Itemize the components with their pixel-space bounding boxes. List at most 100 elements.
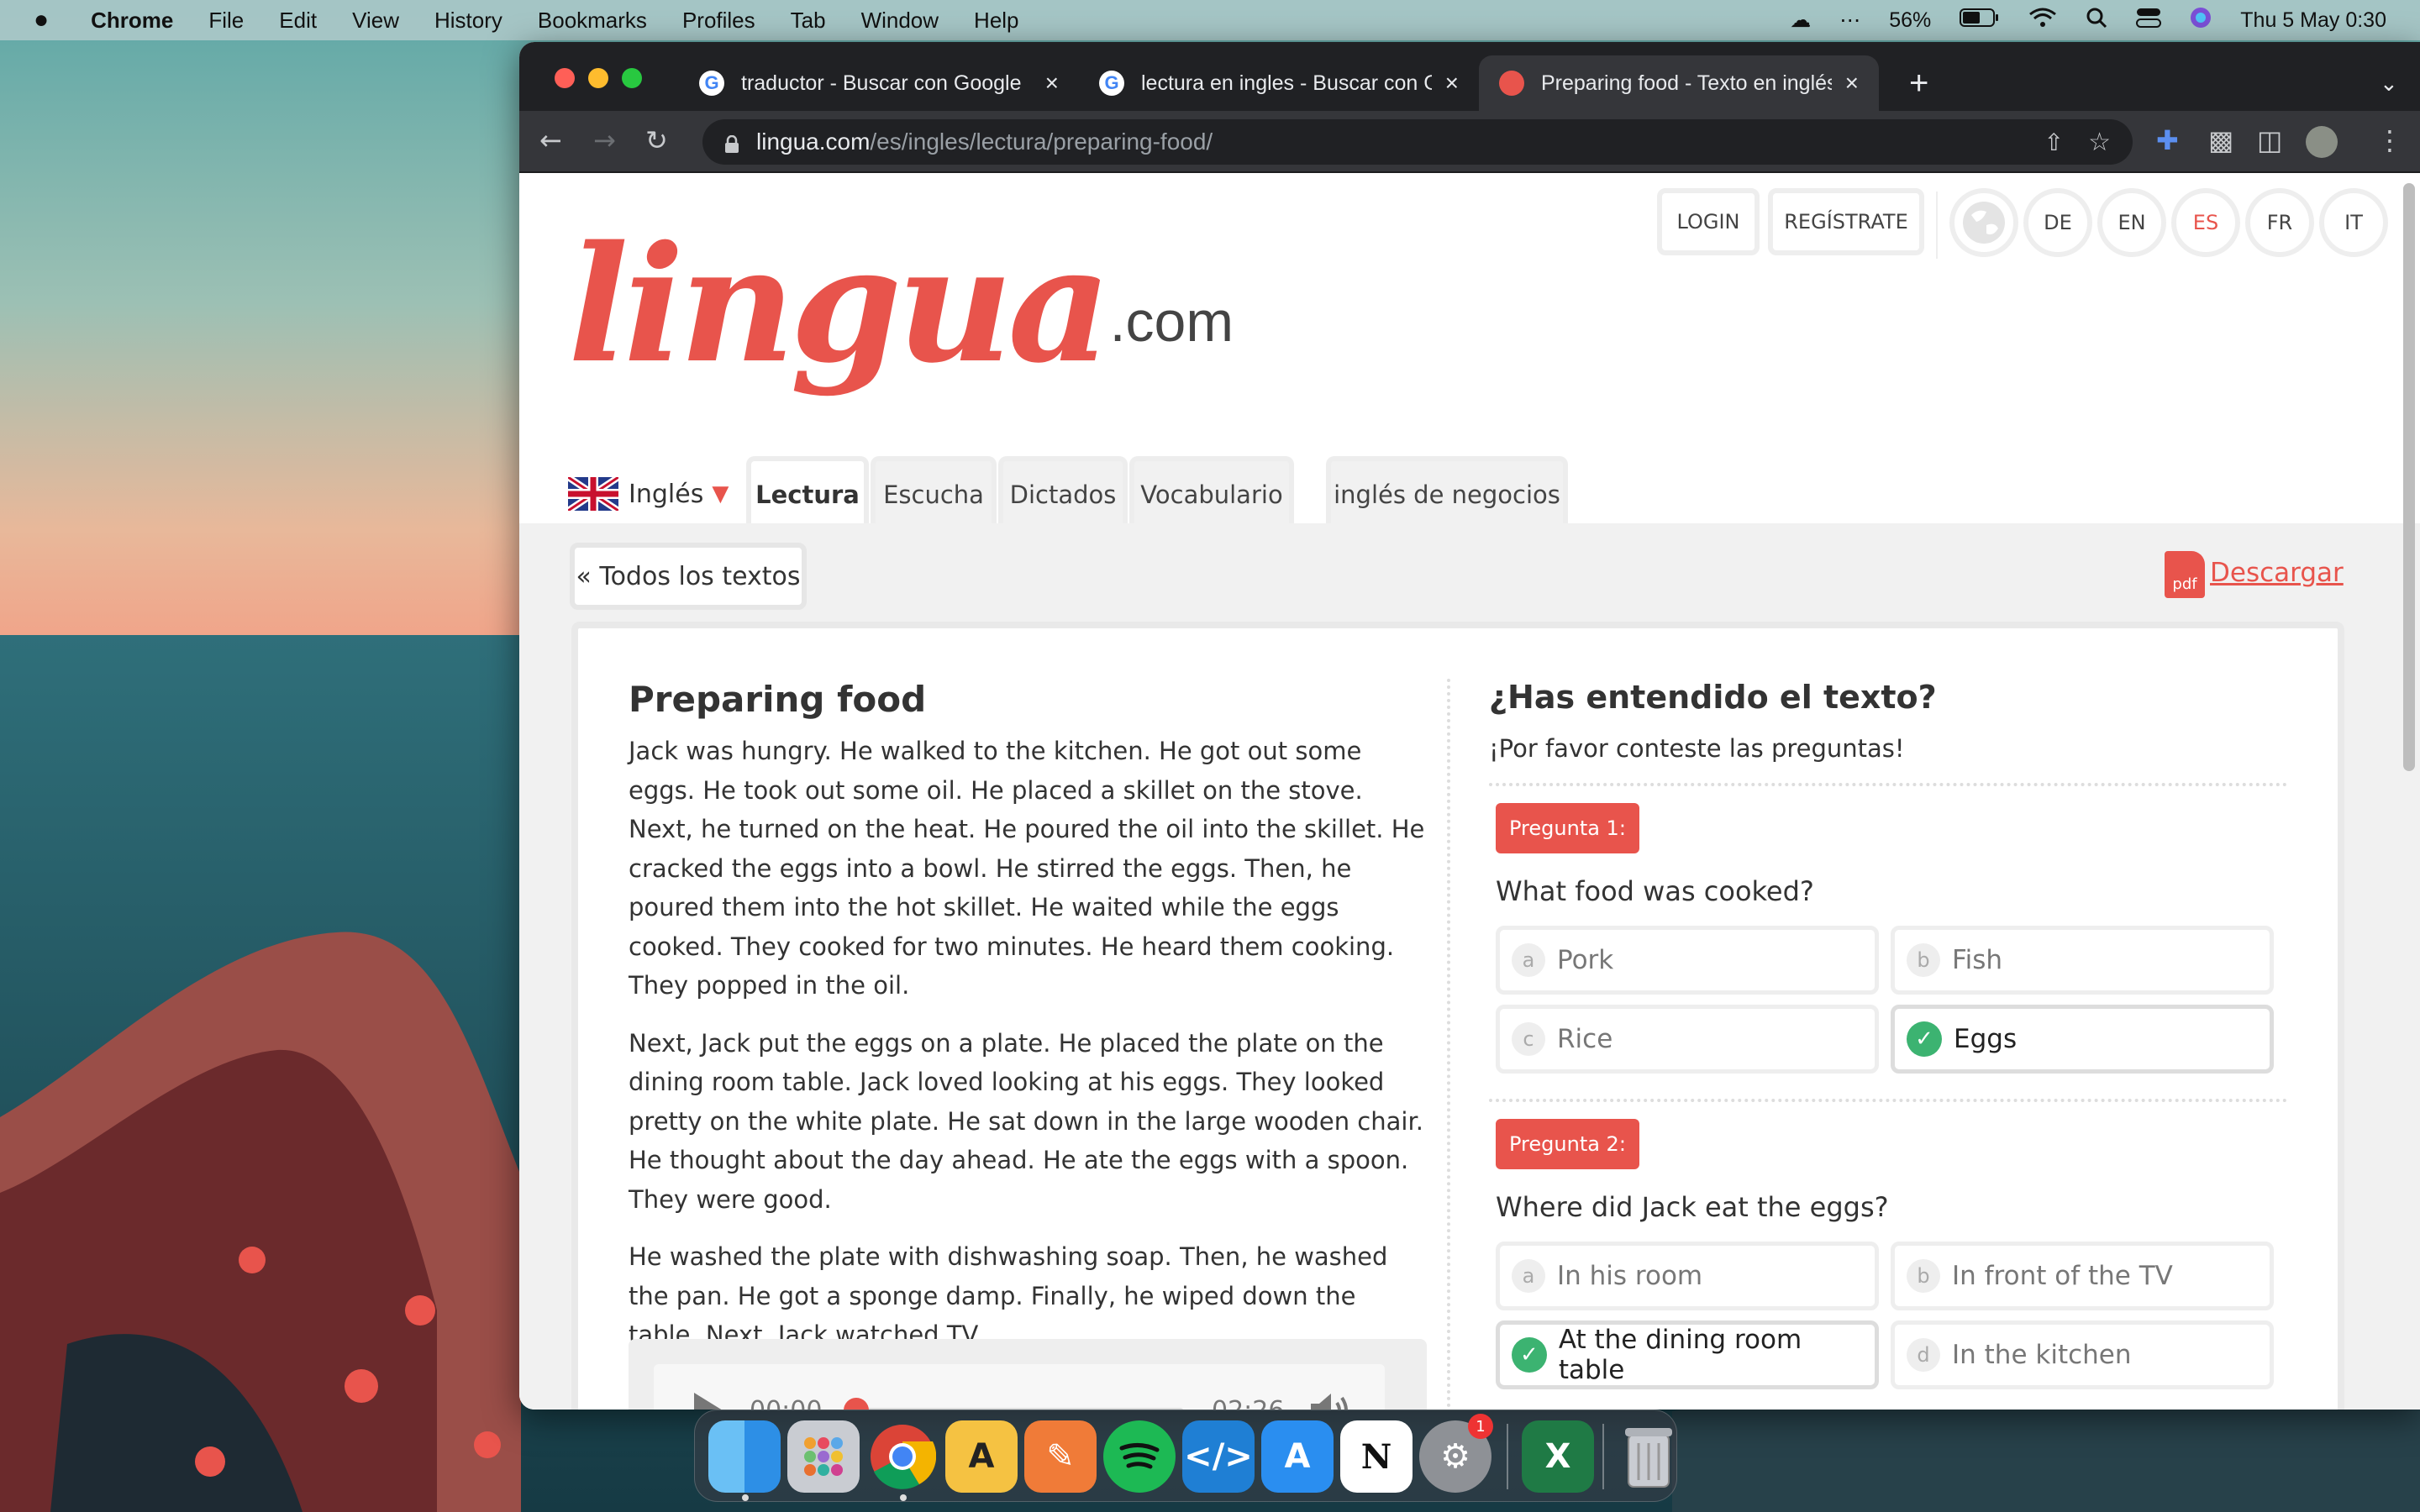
bookmark-star-icon[interactable]: ☆ — [2088, 128, 2111, 157]
nav-tab-vocabulario[interactable]: Vocabulario — [1129, 456, 1294, 523]
volume-icon[interactable] — [1309, 1391, 1353, 1410]
column-divider — [1447, 679, 1450, 1410]
pdf-icon-label: pdf — [2172, 575, 2197, 593]
answer-option-c-correct[interactable]: ✓ At the dining room table — [1496, 1320, 1879, 1389]
all-texts-button[interactable]: « Todos los textos — [570, 543, 807, 610]
tab-preparing-food[interactable]: Preparing food - Texto en inglés × — [1479, 55, 1879, 111]
nav-tab-lectura[interactable]: Lectura — [746, 456, 869, 523]
apple-menu-icon[interactable]: ● — [34, 6, 49, 34]
option-letter: c — [1512, 1022, 1545, 1056]
zoom-window-button[interactable] — [622, 68, 642, 88]
extensions-puzzle-icon[interactable]: ▩ — [2208, 124, 2233, 156]
option-letter: d — [1907, 1338, 1940, 1372]
extension-icon[interactable]: ✚ — [2156, 124, 2179, 156]
checkmark-icon: ✓ — [1907, 1021, 1942, 1057]
notion-letter: N — [1360, 1436, 1392, 1477]
share-icon[interactable]: ⇧ — [2044, 129, 2064, 156]
app-store-icon[interactable]: A — [1261, 1420, 1334, 1493]
answer-options: a In his room b In front of the TV ✓ At the… — [1496, 1242, 2287, 1389]
answer-option-d[interactable]: d In the kitchen — [1891, 1320, 2274, 1389]
tab-title: lectura en ingles - Buscar con Google — [1141, 71, 1432, 95]
language-fr[interactable]: FR — [2245, 188, 2314, 257]
spotlight-search-icon[interactable] — [2086, 7, 2107, 34]
globe-icon[interactable] — [1949, 188, 2018, 257]
course-language-selector[interactable]: Inglés ▼ — [566, 473, 729, 515]
pen-app-icon[interactable]: ✎ — [1024, 1420, 1097, 1493]
chrome-menu-icon[interactable]: ⋮ — [2376, 124, 2403, 156]
language-es[interactable]: ES — [2171, 188, 2240, 257]
cloud-sync-icon[interactable]: ☁ — [1790, 8, 1811, 33]
spotify-icon[interactable] — [1103, 1420, 1176, 1493]
finder-icon[interactable] — [708, 1420, 781, 1493]
lock-icon[interactable] — [724, 133, 739, 153]
control-center-icon[interactable] — [2136, 7, 2162, 34]
answer-option-a[interactable]: a Pork — [1496, 926, 1879, 995]
menu-clock[interactable]: Thu 5 May 0:30 — [2240, 8, 2386, 33]
language-it[interactable]: IT — [2319, 188, 2388, 257]
answer-option-d-correct[interactable]: ✓ Eggs — [1891, 1005, 2274, 1074]
answer-option-b[interactable]: b Fish — [1891, 926, 2274, 995]
register-button[interactable]: REGÍSTRATE — [1768, 188, 1924, 255]
vectorize-icon[interactable]: A — [945, 1420, 1018, 1493]
activity-icon[interactable]: ⋯ — [1839, 8, 1860, 33]
nav-tab-ingles-de-negocios[interactable]: inglés de negocios — [1326, 456, 1568, 523]
answer-option-b[interactable]: b In front of the TV — [1891, 1242, 2274, 1310]
forward-arrow-icon[interactable]: → — [593, 124, 616, 156]
menu-file[interactable]: File — [208, 8, 244, 34]
close-tab-icon[interactable]: × — [1445, 70, 1459, 97]
side-panel-icon[interactable]: ◫ — [2257, 124, 2282, 156]
close-tab-icon[interactable]: × — [1845, 70, 1859, 97]
back-arrow-icon[interactable]: ← — [539, 124, 562, 156]
tab-search-chevron-icon[interactable]: ⌄ — [2360, 55, 2410, 111]
chrome-icon[interactable] — [866, 1420, 939, 1493]
menu-tab[interactable]: Tab — [791, 8, 826, 34]
menu-window[interactable]: Window — [861, 8, 939, 34]
nav-tab-escucha[interactable]: Escucha — [871, 456, 997, 523]
menu-profiles[interactable]: Profiles — [682, 8, 755, 34]
reading-paragraph-3: He washed the plate with dishwashing soa… — [629, 1242, 1388, 1349]
battery-icon[interactable] — [1960, 8, 2000, 34]
wifi-icon[interactable] — [2028, 7, 2057, 34]
option-letter: b — [1907, 943, 1940, 977]
minimize-window-button[interactable] — [588, 68, 608, 88]
language-de[interactable]: DE — [2023, 188, 2092, 257]
menu-app-name[interactable]: Chrome — [91, 8, 173, 34]
quiz-section: ¿Has entendido el texto? ¡Por favor cont… — [1489, 679, 2287, 1389]
menu-help[interactable]: Help — [974, 8, 1018, 34]
dock-separator — [1507, 1424, 1508, 1489]
nav-tab-dictados[interactable]: Dictados — [998, 456, 1128, 523]
login-button[interactable]: LOGIN — [1657, 188, 1760, 255]
excel-icon[interactable]: X — [1522, 1420, 1594, 1493]
header-divider — [1936, 192, 1938, 259]
reload-icon[interactable]: ↻ — [645, 124, 668, 156]
new-tab-button[interactable]: + — [1889, 55, 1948, 111]
tab-lectura-en-ingles[interactable]: G lectura en ingles - Buscar con Google … — [1079, 55, 1479, 111]
vscode-icon[interactable]: </> — [1182, 1420, 1255, 1493]
download-link[interactable]: Descargar — [2210, 558, 2344, 588]
question-label: Pregunta 2: — [1496, 1119, 1639, 1169]
notion-icon[interactable]: N — [1340, 1420, 1413, 1493]
close-window-button[interactable] — [555, 68, 575, 88]
option-letter: a — [1512, 1259, 1545, 1293]
close-tab-icon[interactable]: × — [1045, 70, 1059, 97]
play-icon[interactable] — [691, 1391, 724, 1410]
audio-progress-handle[interactable] — [844, 1398, 869, 1410]
address-bar[interactable]: lingua.com/es/ingles/lectura/preparing-f… — [702, 119, 2133, 165]
profile-avatar[interactable] — [2306, 126, 2338, 158]
launchpad-icon[interactable] — [787, 1420, 860, 1493]
lingua-logo[interactable]: lingua .com — [568, 192, 1234, 385]
chrome-window: G traductor - Buscar con Google × G lect… — [519, 42, 2420, 1410]
menu-bookmarks[interactable]: Bookmarks — [538, 8, 647, 34]
page-scrollbar[interactable] — [2403, 183, 2415, 771]
web-page: lingua .com LOGIN REGÍSTRATE DE EN ES FR … — [519, 175, 2420, 1410]
trash-icon[interactable] — [1612, 1420, 1685, 1493]
answer-option-c[interactable]: c Rice — [1496, 1005, 1879, 1074]
menu-edit[interactable]: Edit — [279, 8, 317, 34]
tab-traductor[interactable]: G traductor - Buscar con Google × — [679, 55, 1079, 111]
menu-view[interactable]: View — [352, 8, 399, 34]
pdf-icon[interactable]: pdf — [2165, 551, 2205, 598]
menu-history[interactable]: History — [434, 8, 502, 34]
siri-icon[interactable] — [2190, 7, 2212, 34]
language-en[interactable]: EN — [2097, 188, 2166, 257]
answer-option-a[interactable]: a In his room — [1496, 1242, 1879, 1310]
